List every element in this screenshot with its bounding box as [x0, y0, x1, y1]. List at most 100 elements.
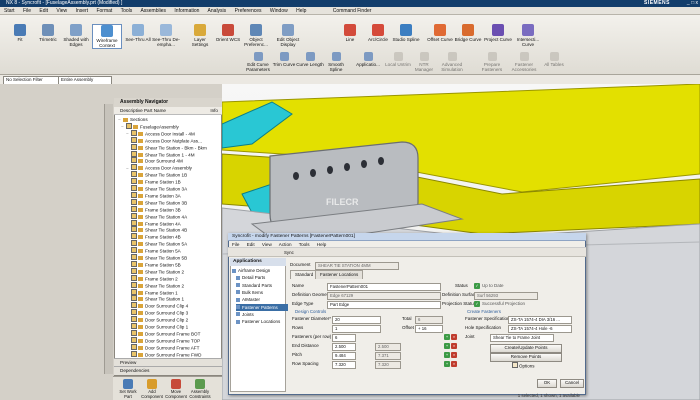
ribbon-button-see-thru[interactable]: See-Thru All: [124, 24, 152, 42]
sync-button[interactable]: Sync: [284, 250, 294, 255]
ribbon-button-ntr[interactable]: NTR Manager: [410, 52, 438, 72]
remove-points-button[interactable]: Remove Points: [490, 353, 562, 362]
ribbon-button-curve-length[interactable]: Curve Length: [296, 52, 324, 67]
visibility-checkbox[interactable]: [131, 233, 137, 240]
visibility-checkbox[interactable]: [131, 254, 137, 260]
end-distance-field[interactable]: 2.500: [332, 343, 356, 351]
ribbon-button-bridge-curve[interactable]: Bridge Curve: [454, 24, 482, 42]
dialog-menu-help[interactable]: Help: [317, 242, 326, 247]
end-distance-field-2[interactable]: 2.500: [375, 343, 401, 351]
application-item[interactable]: Standard Parts: [236, 282, 288, 289]
pitch-clear-icon[interactable]: ×: [451, 352, 457, 358]
visibility-checkbox[interactable]: [131, 129, 137, 136]
assembly-constraints-button[interactable]: Assembly Constraints: [189, 379, 211, 399]
add-component-button[interactable]: Add Component: [141, 379, 163, 399]
visibility-checkbox[interactable]: [131, 185, 137, 191]
visibility-checkbox[interactable]: [131, 295, 137, 302]
visibility-checkbox[interactable]: [131, 191, 137, 198]
nav-tree-item[interactable]: Door Surround Frame FWD: [126, 350, 201, 358]
visibility-checkbox[interactable]: [131, 350, 137, 357]
visibility-checkbox[interactable]: [131, 171, 137, 178]
visibility-checkbox[interactable]: [126, 122, 132, 129]
ribbon-button-local-untrim[interactable]: Local Untrim: [384, 52, 412, 67]
visibility-checkbox[interactable]: [131, 274, 137, 281]
info-header[interactable]: Info: [210, 107, 218, 115]
visibility-checkbox[interactable]: [131, 329, 137, 336]
ribbon-button-accessories[interactable]: Fastener Accessories: [510, 52, 538, 72]
ribbon-button-edit-display[interactable]: Edit Object Display: [274, 24, 302, 47]
visibility-checkbox[interactable]: [131, 178, 137, 185]
pitch-apply-icon[interactable]: +: [444, 352, 450, 358]
options-checkbox[interactable]: Options: [512, 362, 535, 370]
visibility-checkbox[interactable]: [131, 302, 137, 309]
ribbon-button-spline[interactable]: Studio Spline: [392, 24, 420, 42]
menu-analysis[interactable]: Analysis: [208, 8, 227, 14]
visibility-checkbox[interactable]: [131, 343, 137, 350]
visibility-checkbox[interactable]: [131, 205, 137, 212]
edge-type-select[interactable]: Part Edge: [327, 301, 441, 309]
ribbon-button-arc[interactable]: Arc/Circle: [364, 24, 392, 42]
dialog-menu-tools[interactable]: Tools: [299, 242, 310, 247]
row-spacing-apply-icon[interactable]: +: [444, 361, 450, 367]
menu-format[interactable]: Format: [96, 8, 112, 14]
application-item[interactable]: Detail Parts: [236, 274, 288, 281]
move-component-button[interactable]: Move Component: [165, 379, 187, 399]
ribbon-button-line[interactable]: Line: [336, 24, 364, 42]
joint-field[interactable]: Shear Tie to Frame Joint: [490, 334, 554, 342]
dialog-menu-edit[interactable]: Edit: [247, 242, 255, 247]
visibility-checkbox[interactable]: [131, 136, 137, 143]
menu-information[interactable]: Information: [174, 8, 199, 14]
cancel-button[interactable]: Cancel: [560, 379, 584, 388]
offset-field[interactable]: + 16: [415, 325, 443, 333]
menu-start[interactable]: Start: [4, 8, 15, 14]
end-distance-clear-icon[interactable]: ×: [451, 343, 457, 349]
ribbon-button-prepare[interactable]: Prepare Fasteners: [478, 52, 506, 72]
ribbon-button-project-curve[interactable]: Project Curve: [484, 24, 512, 42]
dialog-menu-view[interactable]: View: [262, 242, 272, 247]
menu-edit[interactable]: Edit: [39, 8, 48, 14]
dialog-menu-file[interactable]: File: [232, 242, 239, 247]
menu-preferences[interactable]: Preferences: [235, 8, 262, 14]
row-spacing-field[interactable]: 7.320: [332, 361, 356, 369]
menu-window[interactable]: Window: [270, 8, 288, 14]
visibility-checkbox[interactable]: [131, 288, 137, 295]
visibility-checkbox[interactable]: [131, 198, 137, 205]
expand-toggle-icon[interactable]: −: [121, 123, 124, 130]
visibility-checkbox[interactable]: [131, 260, 137, 267]
pitch-field-2[interactable]: 7.371: [375, 352, 401, 360]
visibility-checkbox[interactable]: [131, 281, 137, 288]
visibility-checkbox[interactable]: [131, 219, 137, 226]
menu-view[interactable]: View: [56, 8, 67, 14]
application-item[interactable]: Joints: [236, 311, 288, 318]
command-finder[interactable]: Command Finder: [333, 8, 372, 14]
dependencies-section[interactable]: Dependencies: [114, 366, 228, 375]
row-spacing-field-2[interactable]: 7.320: [375, 361, 401, 369]
ribbon-button-shaded[interactable]: Shaded with Edges: [62, 24, 90, 47]
visibility-checkbox[interactable]: [131, 336, 137, 343]
ribbon-button-adv-sim[interactable]: Advanced Simulation: [438, 52, 466, 72]
set-work-part-button[interactable]: Set Work Part: [117, 379, 139, 399]
visibility-checkbox[interactable]: [131, 240, 137, 247]
ribbon-button-trimetric[interactable]: Trimetric: [34, 24, 62, 42]
menu-help[interactable]: Help: [296, 8, 306, 14]
ribbon-button-smooth-spline[interactable]: Smooth Spline: [322, 52, 350, 72]
dialog-menu-action[interactable]: Action: [279, 242, 292, 247]
ribbon-button-see-thru-deemphasize[interactable]: See-Thru De-empha...: [152, 24, 180, 47]
menu-insert[interactable]: Insert: [76, 8, 89, 14]
ribbon-button-intersect-curve[interactable]: Intersecti... Curve: [514, 24, 542, 47]
resource-bar[interactable]: [104, 104, 113, 374]
visibility-checkbox[interactable]: [131, 309, 137, 316]
ribbon-button-wireframe[interactable]: Wireframe Context: [92, 24, 122, 49]
visibility-checkbox[interactable]: [131, 323, 137, 329]
fasteners-per-row-field[interactable]: 6: [332, 334, 356, 342]
end-distance-apply-icon[interactable]: +: [444, 343, 450, 349]
row-spacing-clear-icon[interactable]: ×: [451, 361, 457, 367]
ribbon-button-object-pref[interactable]: Object Preferenc...: [242, 24, 270, 47]
visibility-checkbox[interactable]: [131, 316, 137, 323]
create-update-points-button[interactable]: Create/Update Points: [490, 344, 562, 353]
ribbon-button-application[interactable]: Applicatio...: [354, 52, 382, 67]
definition-geometry-field[interactable]: Edge 67129: [327, 292, 441, 300]
definition-surface-field[interactable]: Surf 56293: [474, 292, 538, 300]
tab-fastener-locations[interactable]: Fastener Locations: [315, 270, 364, 279]
pitch-field[interactable]: 9.484: [332, 352, 356, 360]
